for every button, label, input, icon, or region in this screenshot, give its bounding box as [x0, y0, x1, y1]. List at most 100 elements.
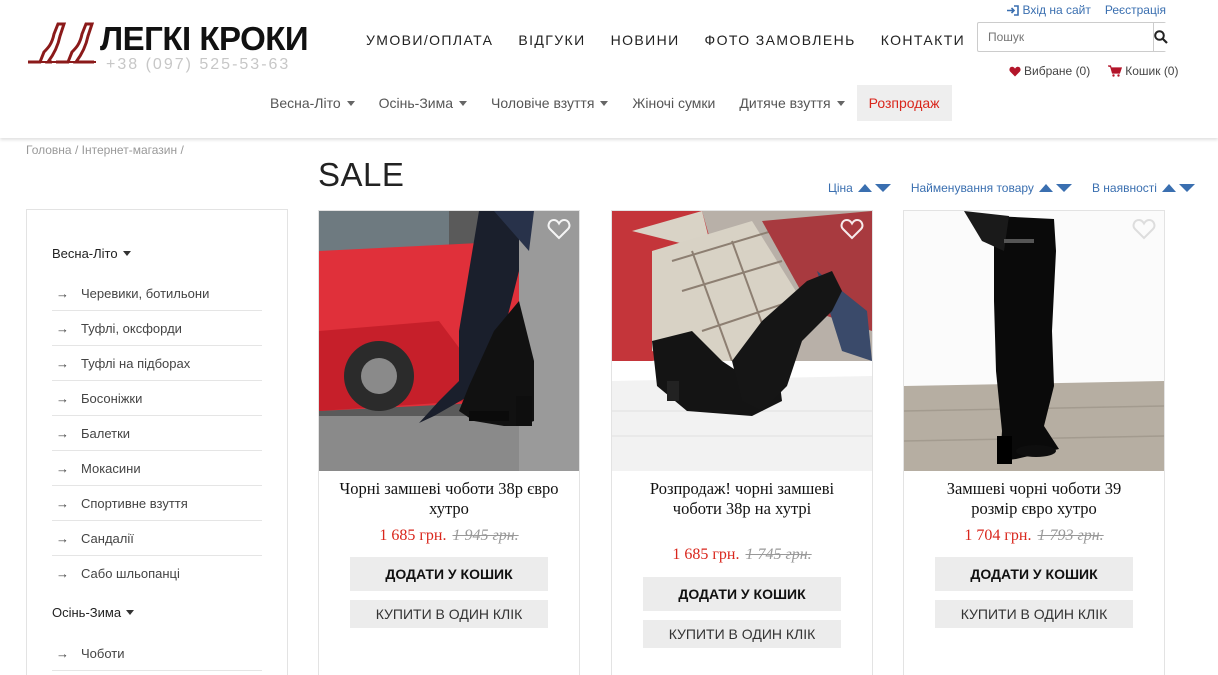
arrow-right-icon: → — [56, 530, 69, 546]
top-nav-terms[interactable]: УМОВИ/ОПЛАТА — [366, 32, 493, 48]
add-to-cart-button[interactable]: ДОДАТИ У КОШИК — [643, 577, 841, 611]
top-nav-contacts[interactable]: КОНТАКТИ — [881, 32, 965, 48]
sidebar-item-label: Чоботи — [81, 645, 125, 661]
top-nav-photos[interactable]: ФОТО ЗАМОВЛЕНЬ — [705, 32, 856, 48]
category-label: Весна-Літо — [270, 95, 341, 111]
sidebar-group-label: Осінь-Зима — [52, 605, 122, 620]
breadcrumb-shop[interactable]: Інтернет-магазин — [82, 143, 177, 157]
price-current: 1 685 грн. — [379, 527, 447, 544]
user-links: Вибране (0) Кошик (0) — [1009, 64, 1178, 78]
login-link[interactable]: Вхід на сайт — [1007, 3, 1091, 17]
sidebar-item[interactable]: → Мокасини — [52, 451, 262, 486]
arrow-right-icon: → — [56, 645, 69, 661]
sidebar-item[interactable]: → Сабо шльопанці — [52, 556, 262, 591]
sidebar-item-label: Туфлі на підборах — [81, 355, 191, 371]
arrow-right-icon: → — [56, 460, 69, 476]
sidebar-item-label: Балетки — [81, 425, 131, 441]
cart-icon — [1108, 65, 1123, 77]
heart-icon — [1009, 66, 1021, 76]
buy-one-click-button[interactable]: КУПИТИ В ОДИН КЛІК — [935, 600, 1133, 628]
sidebar-item-label: Сабо шльопанці — [81, 566, 180, 581]
sort-asc-icon[interactable] — [1038, 184, 1053, 192]
sort-desc-icon[interactable] — [874, 184, 891, 192]
page-title: SALE — [318, 156, 405, 193]
arrow-right-icon: → — [56, 320, 69, 336]
site-header: ЛЕГКІ КРОКИ +38 (097) 525-53-63 УМОВИ/ОП… — [0, 0, 1218, 138]
category-kids[interactable]: Дитяче взуття — [727, 85, 856, 121]
sidebar-item-label: Босоніжки — [81, 390, 143, 406]
sort-asc-icon[interactable] — [1161, 184, 1176, 192]
sort-desc-icon[interactable] — [1178, 184, 1195, 192]
arrow-right-icon: → — [56, 495, 69, 511]
buy-one-click-button[interactable]: КУПИТИ В ОДИН КЛІК — [350, 600, 548, 628]
product-image[interactable] — [612, 211, 872, 471]
sidebar-item-label: Сандалії — [81, 530, 134, 546]
buy-one-click-button[interactable]: КУПИТИ В ОДИН КЛІК — [643, 620, 841, 648]
breadcrumb-separator: / — [180, 143, 184, 157]
search-icon — [1154, 30, 1168, 44]
category-bags[interactable]: Жіночі сумки — [620, 85, 727, 121]
account-links: Вхід на сайт Реєстрація — [1007, 3, 1166, 17]
favorite-heart-icon[interactable] — [547, 218, 571, 240]
product-card: Замшеві чорні чоботи 39 розмір євро хутр… — [903, 210, 1165, 675]
sidebar-item[interactable]: → Чоботи — [52, 636, 262, 671]
sidebar-item[interactable]: → Босоніжки — [52, 381, 262, 416]
add-to-cart-button[interactable]: ДОДАТИ У КОШИК — [350, 557, 548, 591]
category-men[interactable]: Чоловіче взуття — [479, 85, 620, 121]
category-label: Розпродаж — [868, 95, 940, 111]
breadcrumb-home[interactable]: Головна — [26, 143, 72, 157]
add-to-cart-button[interactable]: ДОДАТИ У КОШИК — [935, 557, 1133, 591]
price-old: 1 793 грн. — [1037, 527, 1104, 544]
sort-asc-icon[interactable] — [857, 184, 872, 192]
search-button[interactable] — [1153, 23, 1168, 51]
sidebar-item-label: Туфлі, оксфорди — [81, 320, 182, 336]
breadcrumb-separator: / — [74, 143, 79, 157]
sort-availability: В наявності — [1092, 181, 1195, 195]
sidebar-item[interactable]: → Туфлі на підборах — [52, 346, 262, 381]
top-nav-news[interactable]: НОВИНИ — [611, 32, 680, 48]
logo-title: ЛЕГКІ КРОКИ — [100, 20, 309, 57]
category-sale[interactable]: Розпродаж — [856, 85, 952, 121]
sort-price: Ціна — [828, 181, 891, 195]
product-price: 1 704 грн. 1 793 грн. — [904, 527, 1164, 545]
sidebar-item-label: Черевики, ботильони — [81, 285, 210, 301]
sort-desc-icon[interactable] — [1055, 184, 1072, 192]
sort-controls: Ціна Найменування товару В наявності — [828, 181, 1195, 195]
category-label: Осінь-Зима — [378, 95, 454, 111]
product-image[interactable] — [319, 211, 579, 471]
caret-down-icon — [126, 610, 135, 615]
sidebar-item-label: Мокасини — [81, 460, 141, 476]
top-nav-reviews[interactable]: ВІДГУКИ — [518, 32, 585, 48]
favorites-link[interactable]: Вибране (0) — [1009, 64, 1090, 78]
arrow-right-icon: → — [56, 566, 69, 581]
search-input[interactable] — [978, 23, 1153, 51]
product-image[interactable] — [904, 211, 1164, 471]
sidebar-item[interactable]: → Черевики, ботильони — [52, 276, 262, 311]
cart-link[interactable]: Кошик (0) — [1108, 64, 1178, 78]
favorite-heart-icon[interactable] — [840, 218, 864, 240]
sidebar-group-autumn-winter[interactable]: Осінь-Зима — [52, 605, 135, 620]
category-spring-summer[interactable]: Весна-Літо — [258, 85, 367, 121]
logo[interactable]: ЛЕГКІ КРОКИ +38 (097) 525-53-63 — [26, 20, 309, 80]
top-nav: УМОВИ/ОПЛАТА ВІДГУКИ НОВИНИ ФОТО ЗАМОВЛЕ… — [366, 32, 990, 48]
favorite-heart-icon[interactable] — [1132, 218, 1156, 240]
sidebar-item[interactable]: → Балетки — [52, 416, 262, 451]
price-current: 1 685 грн. — [672, 546, 740, 563]
category-autumn-winter[interactable]: Осінь-Зима — [367, 85, 479, 121]
sidebar-item-label: Спортивне взуття — [81, 495, 188, 511]
favorites-label: Вибране (0) — [1024, 64, 1091, 78]
product-name[interactable]: Розпродаж! чорні замшеві чоботи 38р на х… — [632, 479, 852, 519]
sidebar-item[interactable]: → Спортивне взуття — [52, 486, 262, 521]
register-link[interactable]: Реєстрація — [1105, 3, 1166, 17]
arrow-right-icon: → — [56, 390, 69, 406]
product-price: 1 685 грн. 1 745 грн. — [612, 546, 872, 564]
category-sidebar: Весна-Літо → Черевики, ботильони → Туфлі, … — [26, 209, 288, 675]
sidebar-item[interactable]: → Сандалії — [52, 521, 262, 556]
sort-label: Найменування товару — [910, 181, 1034, 195]
sidebar-item[interactable]: → Туфлі, оксфорди — [52, 311, 262, 346]
product-price: 1 685 грн. 1 945 грн. — [319, 527, 579, 545]
product-name[interactable]: Замшеві чорні чоботи 39 розмір євро хутр… — [924, 479, 1144, 519]
sidebar-group-spring-summer[interactable]: Весна-Літо — [52, 246, 131, 261]
price-current: 1 704 грн. — [964, 527, 1032, 544]
product-name[interactable]: Чорні замшеві чоботи 38р євро хутро — [339, 479, 559, 519]
